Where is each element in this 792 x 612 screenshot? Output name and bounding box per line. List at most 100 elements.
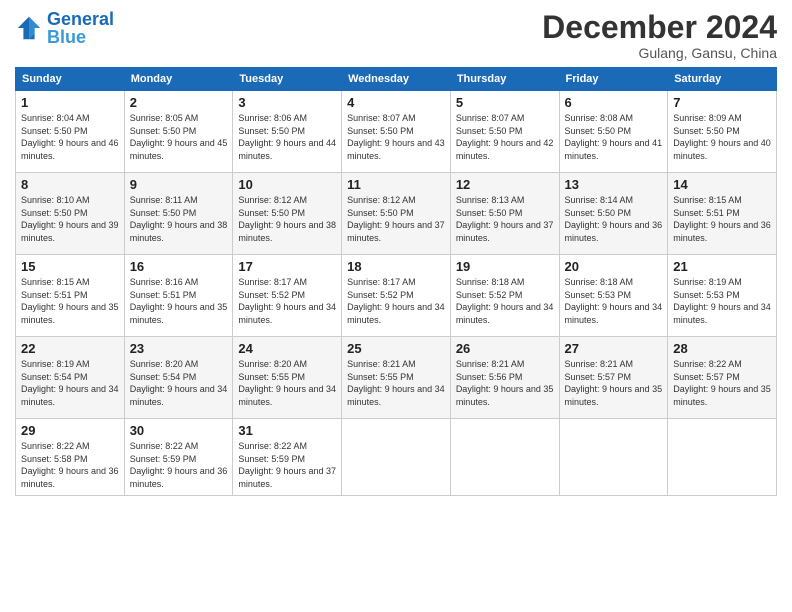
table-row: 13 Sunrise: 8:14 AM Sunset: 5:50 PM Dayl… (559, 173, 668, 255)
day-detail: Sunrise: 8:22 AM Sunset: 5:58 PM Dayligh… (21, 440, 119, 490)
table-row: 23 Sunrise: 8:20 AM Sunset: 5:54 PM Dayl… (124, 337, 233, 419)
day-number: 6 (565, 95, 663, 110)
day-detail: Sunrise: 8:22 AM Sunset: 5:59 PM Dayligh… (238, 440, 336, 490)
logo-icon (15, 14, 43, 42)
day-detail: Sunrise: 8:05 AM Sunset: 5:50 PM Dayligh… (130, 112, 228, 162)
day-number: 9 (130, 177, 228, 192)
subtitle: Gulang, Gansu, China (542, 45, 777, 61)
day-number: 2 (130, 95, 228, 110)
table-row: 8 Sunrise: 8:10 AM Sunset: 5:50 PM Dayli… (16, 173, 125, 255)
main-title: December 2024 (542, 10, 777, 45)
day-number: 5 (456, 95, 554, 110)
day-number: 27 (565, 341, 663, 356)
day-detail: Sunrise: 8:04 AM Sunset: 5:50 PM Dayligh… (21, 112, 119, 162)
table-row (668, 419, 777, 495)
day-number: 3 (238, 95, 336, 110)
col-tuesday: Tuesday (233, 68, 342, 91)
day-number: 30 (130, 423, 228, 438)
logo-text: GeneralBlue (47, 10, 114, 46)
day-number: 4 (347, 95, 445, 110)
table-row (450, 419, 559, 495)
day-number: 7 (673, 95, 771, 110)
logo: GeneralBlue (15, 10, 114, 46)
header: GeneralBlue December 2024 Gulang, Gansu,… (15, 10, 777, 61)
table-row: 21 Sunrise: 8:19 AM Sunset: 5:53 PM Dayl… (668, 255, 777, 337)
day-detail: Sunrise: 8:14 AM Sunset: 5:50 PM Dayligh… (565, 194, 663, 244)
day-number: 16 (130, 259, 228, 274)
col-monday: Monday (124, 68, 233, 91)
table-row: 17 Sunrise: 8:17 AM Sunset: 5:52 PM Dayl… (233, 255, 342, 337)
day-number: 20 (565, 259, 663, 274)
table-row: 18 Sunrise: 8:17 AM Sunset: 5:52 PM Dayl… (342, 255, 451, 337)
table-row: 24 Sunrise: 8:20 AM Sunset: 5:55 PM Dayl… (233, 337, 342, 419)
day-number: 8 (21, 177, 119, 192)
table-row: 7 Sunrise: 8:09 AM Sunset: 5:50 PM Dayli… (668, 91, 777, 173)
table-row: 16 Sunrise: 8:16 AM Sunset: 5:51 PM Dayl… (124, 255, 233, 337)
table-row: 3 Sunrise: 8:06 AM Sunset: 5:50 PM Dayli… (233, 91, 342, 173)
calendar-table: Sunday Monday Tuesday Wednesday Thursday… (15, 67, 777, 495)
day-number: 22 (21, 341, 119, 356)
day-number: 12 (456, 177, 554, 192)
table-row: 10 Sunrise: 8:12 AM Sunset: 5:50 PM Dayl… (233, 173, 342, 255)
day-detail: Sunrise: 8:06 AM Sunset: 5:50 PM Dayligh… (238, 112, 336, 162)
table-row: 31 Sunrise: 8:22 AM Sunset: 5:59 PM Dayl… (233, 419, 342, 495)
table-row: 26 Sunrise: 8:21 AM Sunset: 5:56 PM Dayl… (450, 337, 559, 419)
day-number: 17 (238, 259, 336, 274)
day-detail: Sunrise: 8:21 AM Sunset: 5:57 PM Dayligh… (565, 358, 663, 408)
col-thursday: Thursday (450, 68, 559, 91)
table-row: 1 Sunrise: 8:04 AM Sunset: 5:50 PM Dayli… (16, 91, 125, 173)
table-row: 15 Sunrise: 8:15 AM Sunset: 5:51 PM Dayl… (16, 255, 125, 337)
day-detail: Sunrise: 8:21 AM Sunset: 5:56 PM Dayligh… (456, 358, 554, 408)
table-row: 20 Sunrise: 8:18 AM Sunset: 5:53 PM Dayl… (559, 255, 668, 337)
day-number: 31 (238, 423, 336, 438)
day-detail: Sunrise: 8:19 AM Sunset: 5:54 PM Dayligh… (21, 358, 119, 408)
day-detail: Sunrise: 8:08 AM Sunset: 5:50 PM Dayligh… (565, 112, 663, 162)
day-detail: Sunrise: 8:09 AM Sunset: 5:50 PM Dayligh… (673, 112, 771, 162)
day-detail: Sunrise: 8:11 AM Sunset: 5:50 PM Dayligh… (130, 194, 228, 244)
col-saturday: Saturday (668, 68, 777, 91)
table-row: 29 Sunrise: 8:22 AM Sunset: 5:58 PM Dayl… (16, 419, 125, 495)
day-detail: Sunrise: 8:12 AM Sunset: 5:50 PM Dayligh… (347, 194, 445, 244)
day-detail: Sunrise: 8:07 AM Sunset: 5:50 PM Dayligh… (347, 112, 445, 162)
table-row: 14 Sunrise: 8:15 AM Sunset: 5:51 PM Dayl… (668, 173, 777, 255)
table-row: 11 Sunrise: 8:12 AM Sunset: 5:50 PM Dayl… (342, 173, 451, 255)
table-row: 9 Sunrise: 8:11 AM Sunset: 5:50 PM Dayli… (124, 173, 233, 255)
day-detail: Sunrise: 8:18 AM Sunset: 5:52 PM Dayligh… (456, 276, 554, 326)
day-detail: Sunrise: 8:22 AM Sunset: 5:57 PM Dayligh… (673, 358, 771, 408)
table-row: 30 Sunrise: 8:22 AM Sunset: 5:59 PM Dayl… (124, 419, 233, 495)
day-detail: Sunrise: 8:12 AM Sunset: 5:50 PM Dayligh… (238, 194, 336, 244)
day-detail: Sunrise: 8:13 AM Sunset: 5:50 PM Dayligh… (456, 194, 554, 244)
table-row: 25 Sunrise: 8:21 AM Sunset: 5:55 PM Dayl… (342, 337, 451, 419)
day-number: 19 (456, 259, 554, 274)
day-detail: Sunrise: 8:15 AM Sunset: 5:51 PM Dayligh… (21, 276, 119, 326)
day-number: 15 (21, 259, 119, 274)
day-detail: Sunrise: 8:20 AM Sunset: 5:54 PM Dayligh… (130, 358, 228, 408)
day-number: 23 (130, 341, 228, 356)
day-detail: Sunrise: 8:18 AM Sunset: 5:53 PM Dayligh… (565, 276, 663, 326)
day-detail: Sunrise: 8:07 AM Sunset: 5:50 PM Dayligh… (456, 112, 554, 162)
table-row: 27 Sunrise: 8:21 AM Sunset: 5:57 PM Dayl… (559, 337, 668, 419)
day-detail: Sunrise: 8:19 AM Sunset: 5:53 PM Dayligh… (673, 276, 771, 326)
logo-general: General (47, 9, 114, 29)
day-number: 21 (673, 259, 771, 274)
day-number: 14 (673, 177, 771, 192)
col-friday: Friday (559, 68, 668, 91)
calendar-header-row: Sunday Monday Tuesday Wednesday Thursday… (16, 68, 777, 91)
table-row: 12 Sunrise: 8:13 AM Sunset: 5:50 PM Dayl… (450, 173, 559, 255)
day-number: 28 (673, 341, 771, 356)
day-detail: Sunrise: 8:15 AM Sunset: 5:51 PM Dayligh… (673, 194, 771, 244)
table-row: 4 Sunrise: 8:07 AM Sunset: 5:50 PM Dayli… (342, 91, 451, 173)
logo-blue: Blue (47, 27, 86, 47)
table-row: 5 Sunrise: 8:07 AM Sunset: 5:50 PM Dayli… (450, 91, 559, 173)
day-number: 13 (565, 177, 663, 192)
day-detail: Sunrise: 8:21 AM Sunset: 5:55 PM Dayligh… (347, 358, 445, 408)
table-row: 19 Sunrise: 8:18 AM Sunset: 5:52 PM Dayl… (450, 255, 559, 337)
day-number: 1 (21, 95, 119, 110)
day-number: 24 (238, 341, 336, 356)
col-sunday: Sunday (16, 68, 125, 91)
day-number: 25 (347, 341, 445, 356)
table-row (342, 419, 451, 495)
day-number: 29 (21, 423, 119, 438)
day-detail: Sunrise: 8:17 AM Sunset: 5:52 PM Dayligh… (238, 276, 336, 326)
table-row: 6 Sunrise: 8:08 AM Sunset: 5:50 PM Dayli… (559, 91, 668, 173)
